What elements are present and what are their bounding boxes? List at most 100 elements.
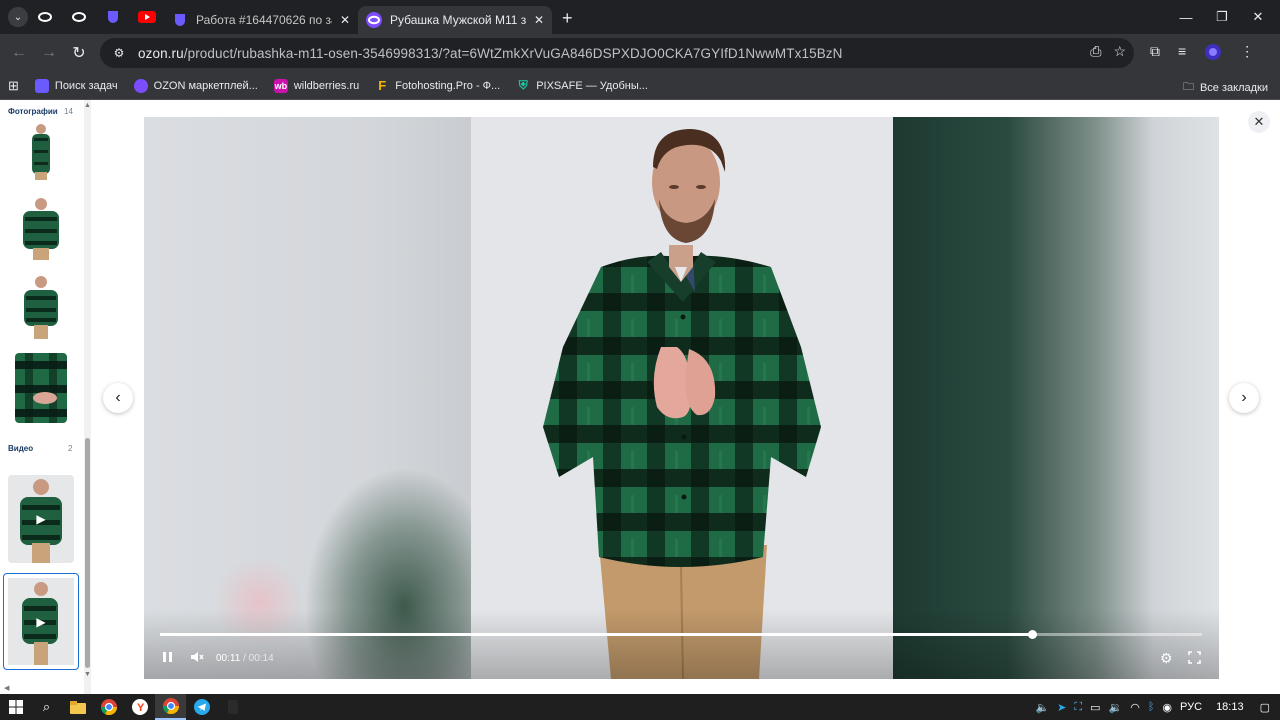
reload-icon[interactable]: ↻ bbox=[64, 38, 94, 68]
video-frame-image bbox=[471, 117, 893, 679]
pinned-tab-youtube[interactable] bbox=[130, 0, 164, 34]
bookmark-item[interactable]: F Fotohosting.Pro - Ф... bbox=[375, 78, 500, 93]
time-display: 00:11 / 00:14 bbox=[216, 653, 274, 664]
chrome-icon[interactable] bbox=[93, 694, 124, 720]
back-icon[interactable]: ← bbox=[4, 38, 34, 68]
wifi-icon[interactable]: ◠ bbox=[1130, 701, 1140, 714]
bookmark-star-icon[interactable]: ☆ bbox=[1113, 43, 1126, 60]
scroll-up-icon[interactable]: ▲ bbox=[84, 102, 91, 109]
wildberries-icon: wb bbox=[273, 78, 288, 93]
video-heading: Видео bbox=[8, 444, 34, 453]
close-viewer-icon[interactable]: ✕ bbox=[1248, 111, 1270, 133]
photo-thumbnail[interactable] bbox=[8, 193, 74, 263]
play-icon: ▶ bbox=[36, 614, 46, 629]
clock[interactable]: 18:13 bbox=[1216, 701, 1244, 713]
media-viewer: Фотографии 14 Видео 2 ▶ ▶ ▲ ▼ ◀ 00:11 / … bbox=[0, 100, 1280, 694]
scroll-left-icon[interactable]: ◀ bbox=[4, 684, 9, 692]
chrome-tray-icon[interactable]: ◉ bbox=[1162, 701, 1172, 714]
next-media-icon[interactable]: › bbox=[1229, 383, 1259, 413]
tasks-icon bbox=[175, 14, 185, 26]
folder-icon: 🗀 bbox=[1182, 81, 1194, 93]
photo-thumbnail[interactable] bbox=[15, 353, 67, 423]
close-tab-icon[interactable]: ✕ bbox=[340, 13, 350, 27]
browser-tab-strip: ⌄ Работа #164470626 по заказу ✕ Рубашка … bbox=[0, 0, 1280, 34]
close-window-icon[interactable]: ✕ bbox=[1236, 0, 1280, 34]
video-blur-right bbox=[893, 117, 1219, 679]
forward-icon[interactable]: → bbox=[34, 38, 64, 68]
tasks-icon bbox=[108, 11, 118, 23]
language-indicator[interactable]: РУС bbox=[1180, 701, 1202, 713]
bookmark-item[interactable]: Поиск задач bbox=[34, 78, 118, 93]
apps-grid-icon[interactable]: ⊞ bbox=[8, 78, 19, 94]
bookmark-item[interactable]: ⛨ PIXSAFE — Удобны... bbox=[516, 78, 648, 93]
file-explorer-icon[interactable] bbox=[62, 694, 93, 720]
thumbnail-sidebar: Фотографии 14 Видео 2 ▶ ▶ ▲ ▼ ◀ bbox=[0, 100, 92, 694]
tasks-icon bbox=[34, 78, 49, 93]
new-tab-icon[interactable]: + bbox=[562, 8, 573, 29]
telegram-tray-icon[interactable]: ➤ bbox=[1057, 701, 1066, 714]
time-separator: / bbox=[240, 653, 249, 664]
prev-media-icon[interactable]: ‹ bbox=[103, 383, 133, 413]
speaker-icon[interactable]: 🔈 bbox=[1035, 701, 1049, 714]
settings-gear-icon[interactable]: ⚙ bbox=[1160, 650, 1173, 667]
pinned-tab-ozon-2[interactable] bbox=[62, 0, 96, 34]
system-tray: 🔈 ➤ ⛶ ▭ 🔉 ◠ ᛒ ◉ РУС 18:13 ▢ bbox=[1031, 694, 1280, 720]
seek-bar-played bbox=[160, 633, 1033, 636]
media-control-icon[interactable]: ≡ bbox=[1178, 43, 1186, 64]
tab-ozon-product[interactable]: Рубашка Мужской М11 зелен ✕ bbox=[358, 6, 552, 34]
chrome-active-icon[interactable] bbox=[155, 694, 186, 720]
tab-search-chevron-icon[interactable]: ⌄ bbox=[8, 7, 28, 27]
search-icon[interactable]: ⌕ bbox=[31, 694, 62, 720]
telegram-icon[interactable] bbox=[186, 694, 217, 720]
seek-bar[interactable] bbox=[160, 630, 1202, 639]
video-thumbnail[interactable]: ▶ bbox=[8, 475, 74, 563]
site-info-icon[interactable]: ⚙ bbox=[110, 44, 128, 62]
bluetooth-icon[interactable]: ᛒ bbox=[1148, 701, 1155, 713]
windows-start-icon[interactable] bbox=[0, 694, 31, 720]
play-icon: ▶ bbox=[36, 512, 46, 526]
profile-avatar-icon[interactable] bbox=[1204, 43, 1222, 64]
video-blur-left bbox=[144, 117, 504, 679]
pinned-tab-tasks[interactable] bbox=[96, 0, 130, 34]
fullscreen-icon[interactable] bbox=[1188, 651, 1201, 667]
ozon-icon bbox=[72, 12, 86, 22]
ozon-icon bbox=[133, 78, 148, 93]
youtube-icon bbox=[138, 11, 156, 23]
screenshot-tray-icon[interactable]: ⛶ bbox=[1074, 701, 1082, 714]
seek-bar-knob[interactable] bbox=[1027, 630, 1037, 639]
bookmark-item[interactable]: OZON маркетплей... bbox=[133, 78, 258, 93]
address-bar[interactable]: ⚙ ozon.ru/product/rubashka-m11-osen-3546… bbox=[100, 38, 1134, 68]
tab-tasks-work[interactable]: Работа #164470626 по заказу ✕ bbox=[164, 6, 358, 34]
sidebar-scrollbar[interactable]: ▲ ▼ bbox=[84, 100, 91, 694]
yandex-browser-icon[interactable]: Y bbox=[124, 694, 155, 720]
current-time: 00:11 bbox=[216, 653, 241, 664]
bookmark-item[interactable]: wb wildberries.ru bbox=[273, 78, 359, 93]
all-bookmarks[interactable]: 🗀 Все закладки bbox=[1183, 78, 1268, 97]
url-text[interactable]: ozon.ru/product/rubashka-m11-osen-354699… bbox=[138, 46, 843, 61]
pinned-tab-ozon-1[interactable] bbox=[28, 0, 62, 34]
video-count: 2 bbox=[68, 444, 73, 453]
scroll-down-icon[interactable]: ▼ bbox=[84, 671, 91, 678]
fotohosting-icon: F bbox=[378, 78, 387, 93]
bookmarks-bar: ⊞ Поиск задач OZON маркетплей... wb wild… bbox=[0, 72, 1280, 100]
video-player[interactable]: 00:11 / 00:14 ⚙ bbox=[144, 117, 1219, 679]
photos-heading: Фотографии bbox=[8, 107, 58, 116]
notifications-icon[interactable]: ▢ bbox=[1260, 701, 1270, 714]
battery-icon[interactable]: ▭ bbox=[1090, 701, 1100, 714]
extensions-icon[interactable]: ⧉ bbox=[1150, 43, 1160, 64]
duration: 00:14 bbox=[248, 653, 274, 664]
tab-title: Рубашка Мужской М11 зелен bbox=[390, 13, 526, 27]
volume-icon[interactable]: 🔉 bbox=[1109, 701, 1123, 714]
scrollbar-thumb[interactable] bbox=[85, 438, 90, 668]
pause-icon[interactable] bbox=[162, 651, 174, 666]
mute-icon[interactable] bbox=[190, 651, 204, 666]
svg-text:Y: Y bbox=[137, 702, 145, 714]
video-thumbnail-selected[interactable]: ▶ bbox=[3, 573, 79, 670]
app-icon[interactable] bbox=[217, 694, 248, 720]
close-tab-icon[interactable]: ✕ bbox=[534, 13, 544, 27]
photo-thumbnail[interactable] bbox=[8, 272, 74, 342]
video-frame bbox=[471, 117, 893, 679]
install-app-icon[interactable]: ⎙ bbox=[1090, 43, 1101, 60]
browser-menu-icon[interactable]: ⋮ bbox=[1240, 43, 1254, 64]
photo-thumbnail[interactable] bbox=[8, 120, 74, 184]
